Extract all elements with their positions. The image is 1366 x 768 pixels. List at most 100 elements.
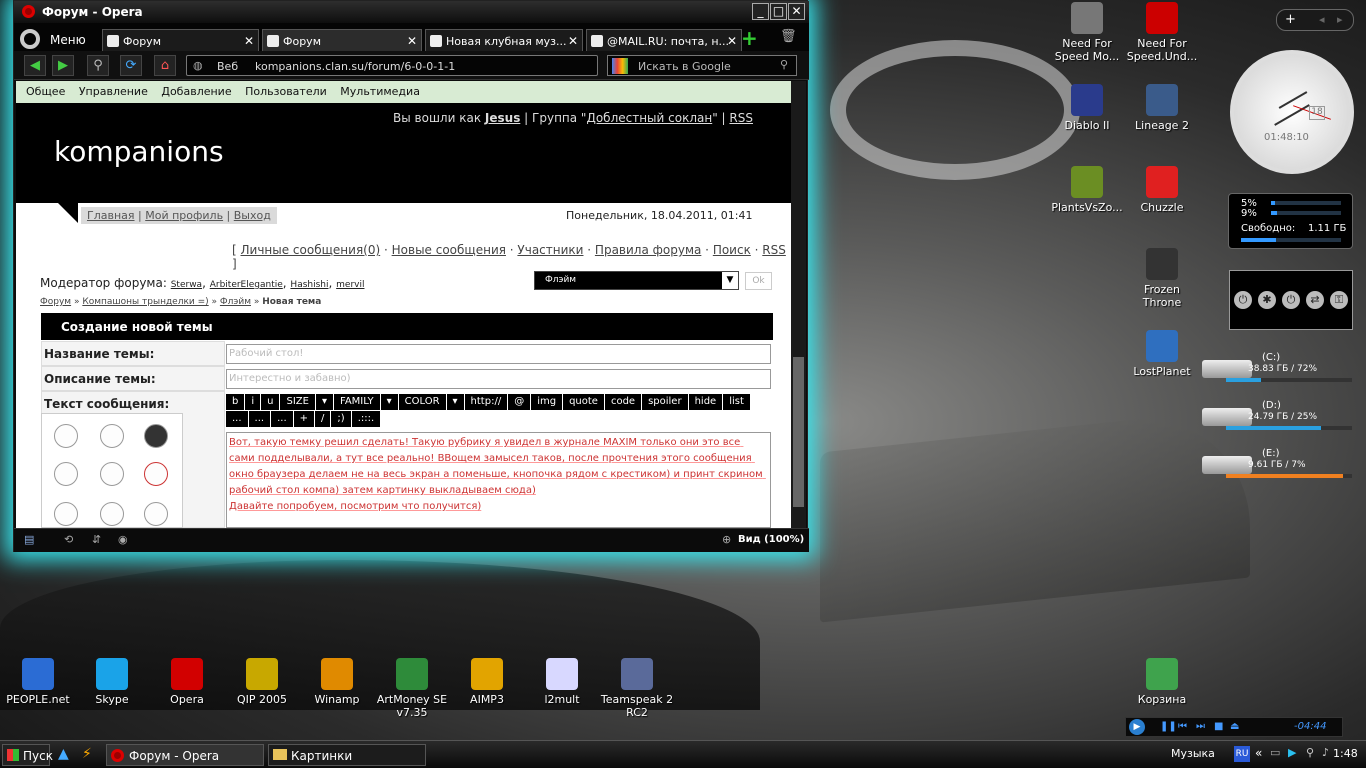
disk-entry[interactable]: (E:) 9.61 ГБ / 7%: [1200, 446, 1352, 486]
desktop-icon[interactable]: LostPlanet: [1124, 330, 1200, 378]
forum-select[interactable]: Флэйм ▼: [534, 271, 739, 290]
minimize-button[interactable]: _: [752, 3, 769, 20]
desktop-icon[interactable]: Skype: [74, 658, 150, 706]
pause-icon[interactable]: ❚❚: [1160, 721, 1177, 732]
desktop-icon[interactable]: Need For Speed.Und...: [1124, 2, 1200, 63]
desktop-icon[interactable]: Frozen Throne: [1124, 248, 1200, 309]
transfer-icon[interactable]: ⇵: [92, 533, 101, 546]
address-url[interactable]: kompanions.clan.su/forum/6-0-0-1-1: [255, 60, 455, 73]
back-icon[interactable]: ◀: [24, 55, 46, 76]
desktop-icon[interactable]: Opera: [149, 658, 225, 706]
desktop-icon[interactable]: ArtMoney SE v7.35: [374, 658, 450, 719]
desktop-icon[interactable]: AIMP3: [449, 658, 525, 706]
close-tab-icon[interactable]: ✕: [244, 34, 254, 48]
desktop-icon[interactable]: Lineage 2: [1124, 84, 1200, 132]
tab-forum-1[interactable]: Форум ✕: [102, 29, 259, 51]
tab-forum-2[interactable]: Форум ✕: [262, 29, 422, 51]
quicklaunch-icon[interactable]: ▲: [58, 746, 69, 762]
menu-item[interactable]: Пользователи: [245, 85, 327, 98]
previous-icon[interactable]: ⏮: [1178, 721, 1187, 732]
play-icon[interactable]: ▶: [1129, 719, 1145, 735]
reload-icon[interactable]: ⟳: [120, 55, 142, 76]
bbcode-button[interactable]: ▾: [380, 394, 398, 410]
sync-icon[interactable]: ⟲: [64, 533, 73, 546]
next-track-icon[interactable]: ⏭: [1196, 721, 1205, 732]
unite-icon[interactable]: ◉: [118, 533, 128, 546]
bbcode-button[interactable]: list: [723, 394, 750, 410]
menu-item[interactable]: Управление: [79, 85, 148, 98]
smiley-icon[interactable]: [100, 462, 124, 486]
bbcode-button[interactable]: quote: [563, 394, 604, 410]
smiley-icon[interactable]: [100, 424, 124, 448]
smiley-icon[interactable]: [100, 502, 124, 526]
tab-music[interactable]: Новая клубная муз... ✕: [425, 29, 583, 51]
moderator-link[interactable]: Sterwa: [171, 280, 202, 290]
tray-player-icon[interactable]: ▶: [1288, 746, 1296, 759]
tray-network-icon[interactable]: ⚲: [1306, 746, 1314, 759]
nav-profile[interactable]: Мой профиль: [145, 209, 223, 222]
desktop-icon[interactable]: Корзина: [1124, 658, 1200, 706]
smiley-icon[interactable]: [144, 462, 168, 486]
bbcode-button[interactable]: b: [226, 394, 245, 410]
group-link[interactable]: Доблестный соклан: [586, 111, 712, 125]
desktop-icon[interactable]: Winamp: [299, 658, 375, 706]
moderator-link[interactable]: Hashishi: [290, 280, 328, 290]
clock-gadget[interactable]: 18 01:48:10: [1230, 50, 1354, 174]
disk-entry[interactable]: (D:) 24.79 ГБ / 25%: [1200, 398, 1352, 438]
power-icon[interactable]: ⏻: [1234, 291, 1252, 309]
browser-window[interactable]: Форум - Opera _ □ ✕ Меню Форум ✕ Форум ✕ Н…: [13, 0, 809, 552]
moderator-link[interactable]: mervil: [336, 280, 364, 290]
quicklaunch-winamp-icon[interactable]: ⚡: [82, 746, 92, 762]
site-name[interactable]: kompanions: [54, 135, 224, 168]
bbcode-button[interactable]: spoiler: [642, 394, 688, 410]
wand-icon[interactable]: ⚲: [87, 55, 109, 76]
bbcode-button[interactable]: /: [315, 411, 331, 427]
description-input[interactable]: Интерестно и забавно): [226, 369, 771, 389]
bbcode-button[interactable]: u: [261, 394, 280, 410]
trash-icon[interactable]: 🗑: [780, 29, 797, 44]
chevron-down-icon[interactable]: ▼: [722, 272, 738, 289]
title-bar[interactable]: Форум - Opera _ □ ✕: [14, 1, 809, 23]
task-folder[interactable]: Картинки: [268, 744, 426, 766]
bbcode-button[interactable]: hide: [688, 394, 723, 410]
message-textarea[interactable]: Вот, такую темку решил сделать! Такую ру…: [226, 432, 771, 528]
new-tab-icon[interactable]: +: [741, 26, 758, 50]
link-search[interactable]: Поиск: [713, 243, 751, 257]
close-button[interactable]: ✕: [788, 3, 805, 20]
eject-icon[interactable]: ⏏: [1230, 721, 1239, 732]
close-tab-icon[interactable]: ✕: [407, 34, 417, 48]
bbcode-button[interactable]: +: [293, 411, 315, 427]
zoom-level[interactable]: Вид (100%): [738, 534, 804, 545]
search-icon[interactable]: ⚲: [780, 58, 788, 71]
bbcode-button[interactable]: .:::.: [351, 411, 381, 427]
smiley-icon[interactable]: [144, 502, 168, 526]
bbcode-button[interactable]: img: [531, 394, 563, 410]
music-toolbar[interactable]: Музыка: [1171, 747, 1215, 760]
link-pm[interactable]: Личные сообщения(0): [241, 243, 381, 257]
bbcode-button[interactable]: ...: [271, 411, 293, 427]
smiley-icon[interactable]: [54, 502, 78, 526]
desktop-icon[interactable]: l2mult: [524, 658, 600, 706]
system-meter[interactable]: 5% 9% Свободно: 1.11 ГБ: [1228, 193, 1353, 249]
link-rss[interactable]: RSS: [762, 243, 786, 257]
desktop-icon[interactable]: PlantsVsZo...: [1049, 166, 1125, 214]
lock-icon[interactable]: ⚿: [1330, 291, 1348, 309]
stop-icon[interactable]: ■: [1214, 721, 1223, 732]
bbcode-button[interactable]: http://: [464, 394, 508, 410]
home-icon[interactable]: ⌂: [154, 55, 176, 76]
desktop-icon[interactable]: Chuzzle: [1124, 166, 1200, 214]
add-gadget-icon[interactable]: +: [1285, 12, 1296, 27]
language-indicator[interactable]: RU: [1234, 746, 1250, 762]
scrollbar-thumb[interactable]: [793, 357, 804, 507]
link-new[interactable]: Новые сообщения: [392, 243, 506, 257]
bbcode-button[interactable]: ...: [248, 411, 271, 427]
sidebar-controls[interactable]: + ◂ ▸: [1276, 9, 1354, 31]
prev-icon[interactable]: ◂: [1319, 13, 1325, 26]
start-button[interactable]: Пуск: [2, 744, 53, 766]
bbcode-button[interactable]: i: [245, 394, 261, 410]
breadcrumb-link[interactable]: Форум: [40, 297, 71, 307]
panel-toggle-icon[interactable]: ▤: [24, 533, 34, 546]
link-members[interactable]: Участники: [517, 243, 583, 257]
disk-entry[interactable]: (C:) 38.83 ГБ / 72%: [1200, 350, 1352, 390]
task-opera[interactable]: Форум - Opera: [106, 744, 264, 766]
